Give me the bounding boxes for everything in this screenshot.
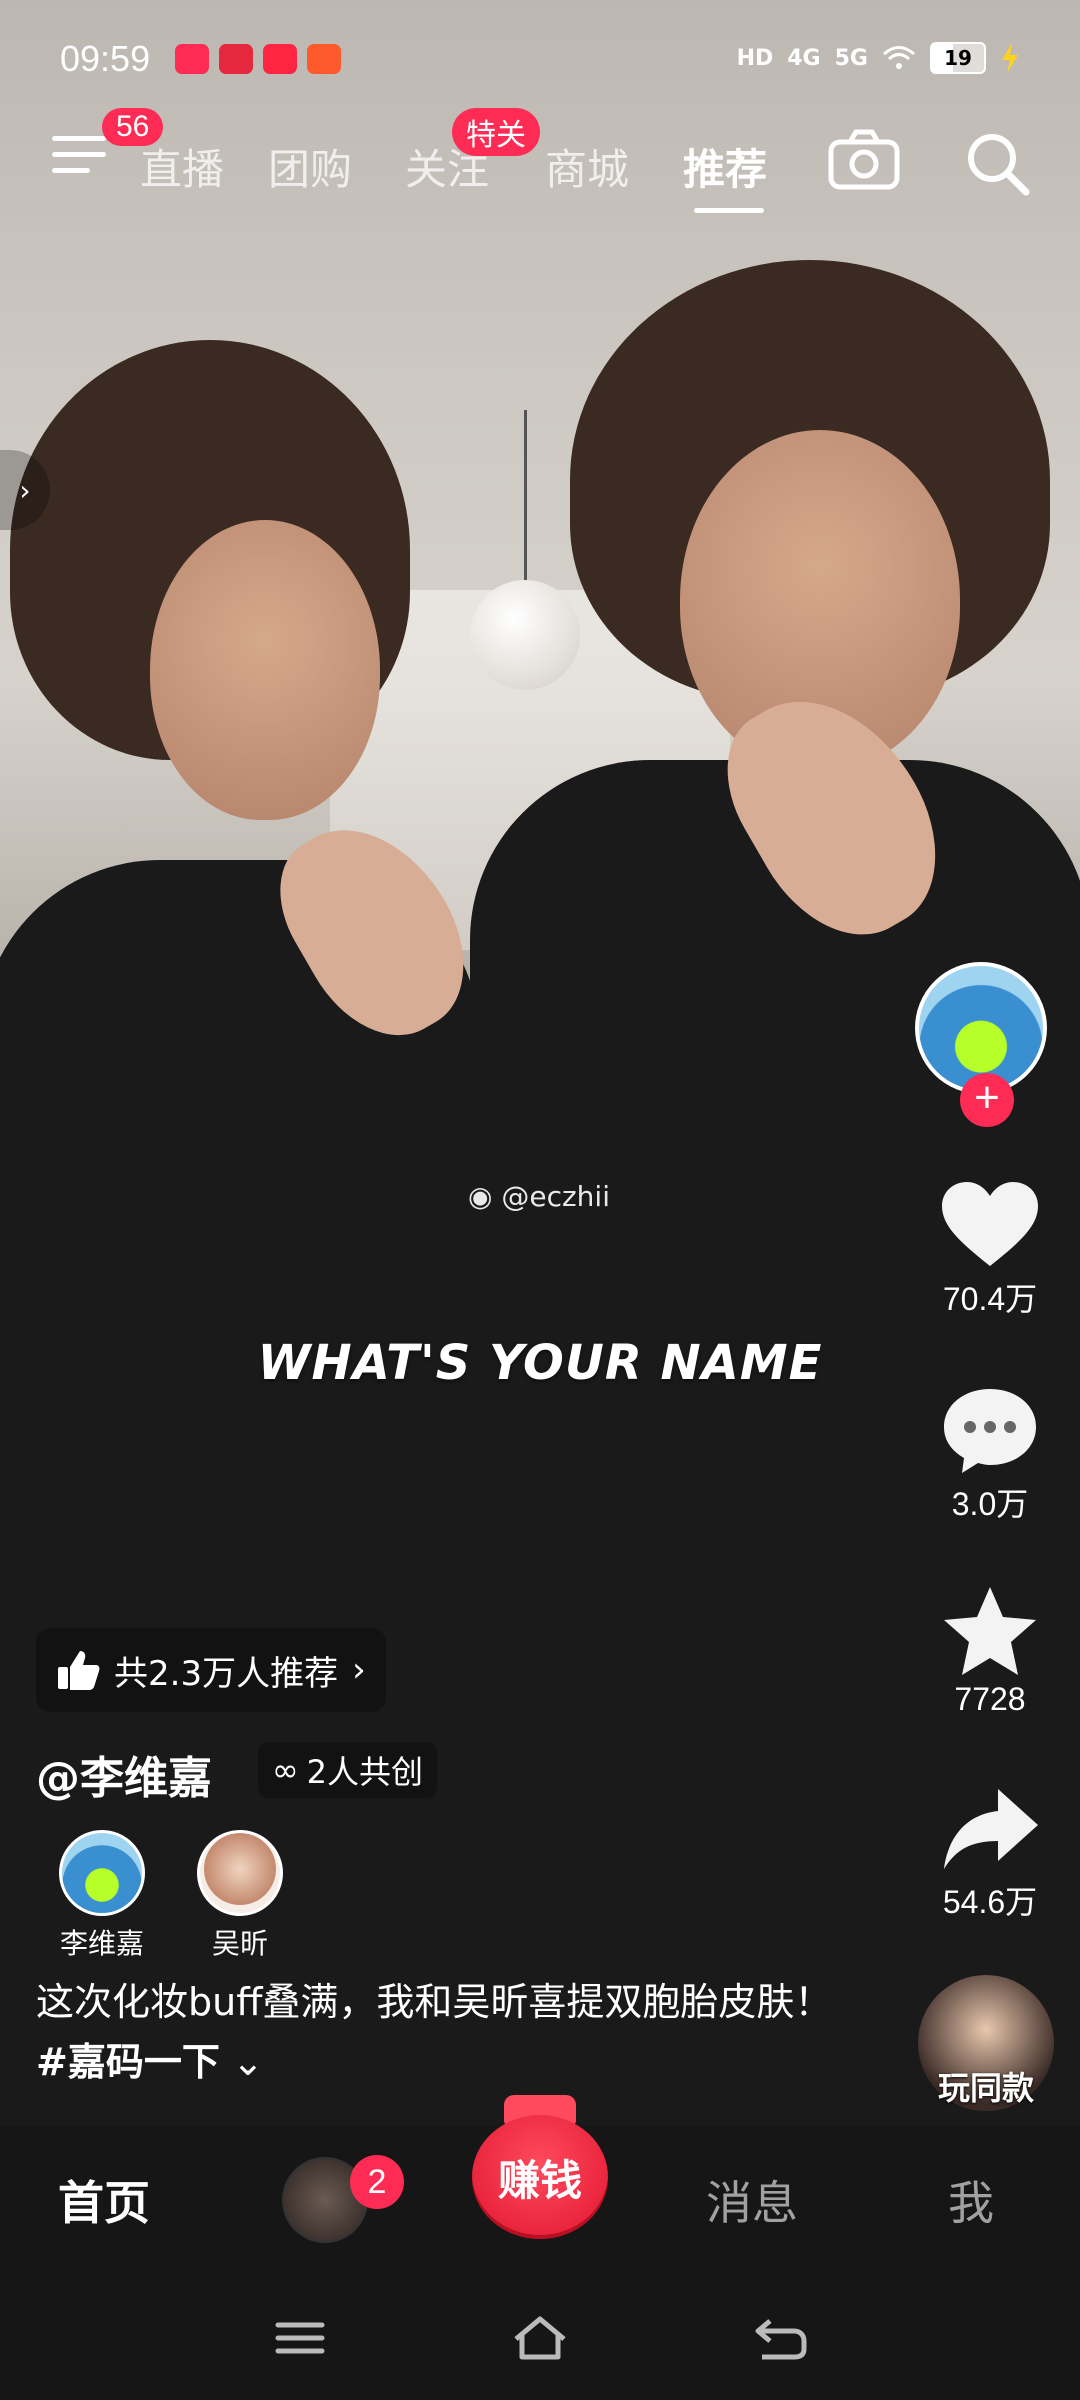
nav-home[interactable]: 首页 xyxy=(58,2167,150,2233)
thumbs-up-icon xyxy=(58,1651,100,1690)
description-text: 这次化妆buff叠满，我和吴昕喜提双胞胎皮肤！ xyxy=(36,1980,833,2024)
video-description[interactable]: 这次化妆buff叠满，我和吴昕喜提双胞胎皮肤！ #嘉码一下 ⌄ xyxy=(36,1972,856,2092)
expand-icon[interactable]: ⌄ xyxy=(232,2040,264,2084)
nav-me[interactable]: 我 xyxy=(948,2167,994,2233)
chevron-right-icon: › xyxy=(19,473,31,507)
charging-icon xyxy=(1002,43,1018,73)
chevron-right-icon: › xyxy=(352,1650,366,1690)
wifi-icon xyxy=(883,46,915,69)
tab-recommend[interactable]: 推荐 xyxy=(683,136,767,197)
hashtag[interactable]: #嘉码一下 xyxy=(36,2040,220,2084)
battery-level: 19 xyxy=(944,46,972,70)
avatar xyxy=(59,1830,145,1916)
creator-name: 吴昕 xyxy=(211,1927,268,1960)
tab-group-buy[interactable]: 团购 xyxy=(268,136,352,197)
left-person-face xyxy=(150,520,380,820)
share-button[interactable]: 54.6万 xyxy=(922,1785,1058,1923)
star-icon xyxy=(944,1587,1036,1675)
tab-live[interactable]: 直播 xyxy=(140,136,224,197)
menu-button[interactable] xyxy=(52,136,106,182)
comment-button[interactable]: 3.0万 xyxy=(922,1385,1058,1525)
system-nav-bar xyxy=(0,2275,1080,2400)
battery-icon: 19 xyxy=(930,42,986,74)
video-caption: WHAT'S YOUR NAME xyxy=(257,1335,823,1391)
video-player[interactable] xyxy=(0,0,1080,2125)
watermark-text: @eczhii xyxy=(501,1180,610,1213)
cocreate-pill[interactable]: ∞ 2人共创 xyxy=(258,1742,438,1798)
nav-messages[interactable]: 消息 xyxy=(706,2167,798,2233)
status-bar: 09:59 HD 4G 5G 19 xyxy=(0,30,1080,90)
active-tab-indicator xyxy=(694,208,764,213)
cocreate-text: 2人共创 xyxy=(306,1753,424,1791)
back-icon[interactable] xyxy=(750,2313,810,2363)
creator-item[interactable]: 吴昕 xyxy=(180,1830,300,1962)
signal-5g-icon: 5G xyxy=(834,45,868,71)
like-button[interactable]: 70.4万 xyxy=(922,1180,1058,1320)
like-count: 70.4万 xyxy=(942,1281,1038,1317)
status-right: HD 4G 5G 19 xyxy=(737,42,1020,74)
app-notification-icon xyxy=(307,44,341,74)
friends-badge: 2 xyxy=(350,2155,404,2209)
status-time: 09:59 xyxy=(60,38,151,79)
recents-icon[interactable] xyxy=(270,2313,330,2363)
avatar xyxy=(197,1830,283,1916)
app-notification-icon xyxy=(175,44,209,74)
weibo-icon: ◉ xyxy=(468,1180,493,1213)
favorite-button[interactable]: 7728 xyxy=(922,1585,1058,1718)
bottom-nav: 首页 2 赚钱 消息 我 xyxy=(0,2095,1080,2275)
search-icon[interactable] xyxy=(962,128,1034,200)
top-nav: 56 直播 团购 关注 特关 商城 推荐 xyxy=(0,108,1080,213)
comment-icon xyxy=(944,1389,1036,1473)
camera-icon[interactable] xyxy=(828,128,900,190)
recommend-text: 共2.3万人推荐 xyxy=(114,1653,339,1694)
heart-icon xyxy=(942,1182,1038,1266)
share-icon xyxy=(944,1789,1038,1869)
favorite-count: 7728 xyxy=(954,1681,1026,1717)
author-name[interactable]: @李维嘉 xyxy=(36,1742,212,1806)
comment-count: 3.0万 xyxy=(951,1486,1029,1522)
home-icon[interactable] xyxy=(510,2313,570,2363)
creator-name: 李维嘉 xyxy=(59,1927,144,1960)
creator-item[interactable]: 李维嘉 xyxy=(42,1830,162,1962)
lamp-cord xyxy=(524,410,527,585)
share-count: 54.6万 xyxy=(942,1884,1038,1920)
earn-label: 赚钱 xyxy=(497,2155,582,2205)
status-app-icons xyxy=(175,44,341,74)
pendant-lamp xyxy=(470,580,580,690)
following-badge: 特关 xyxy=(452,108,540,156)
video-watermark: ◉ @eczhii xyxy=(468,1180,610,1213)
hd-icon: HD xyxy=(736,45,774,71)
signal-4g-icon: 4G xyxy=(787,45,821,71)
recommend-pill[interactable]: 共2.3万人推荐 › xyxy=(36,1628,386,1712)
tab-mall[interactable]: 商城 xyxy=(545,136,629,197)
nav-earn[interactable]: 赚钱 xyxy=(472,2115,608,2239)
follow-button[interactable]: + xyxy=(960,1073,1014,1127)
app-notification-icon xyxy=(219,44,253,74)
same-style-label[interactable]: 玩同款 xyxy=(918,2063,1054,2109)
app-notification-icon xyxy=(263,44,297,74)
link-icon: ∞ xyxy=(272,1751,299,1789)
